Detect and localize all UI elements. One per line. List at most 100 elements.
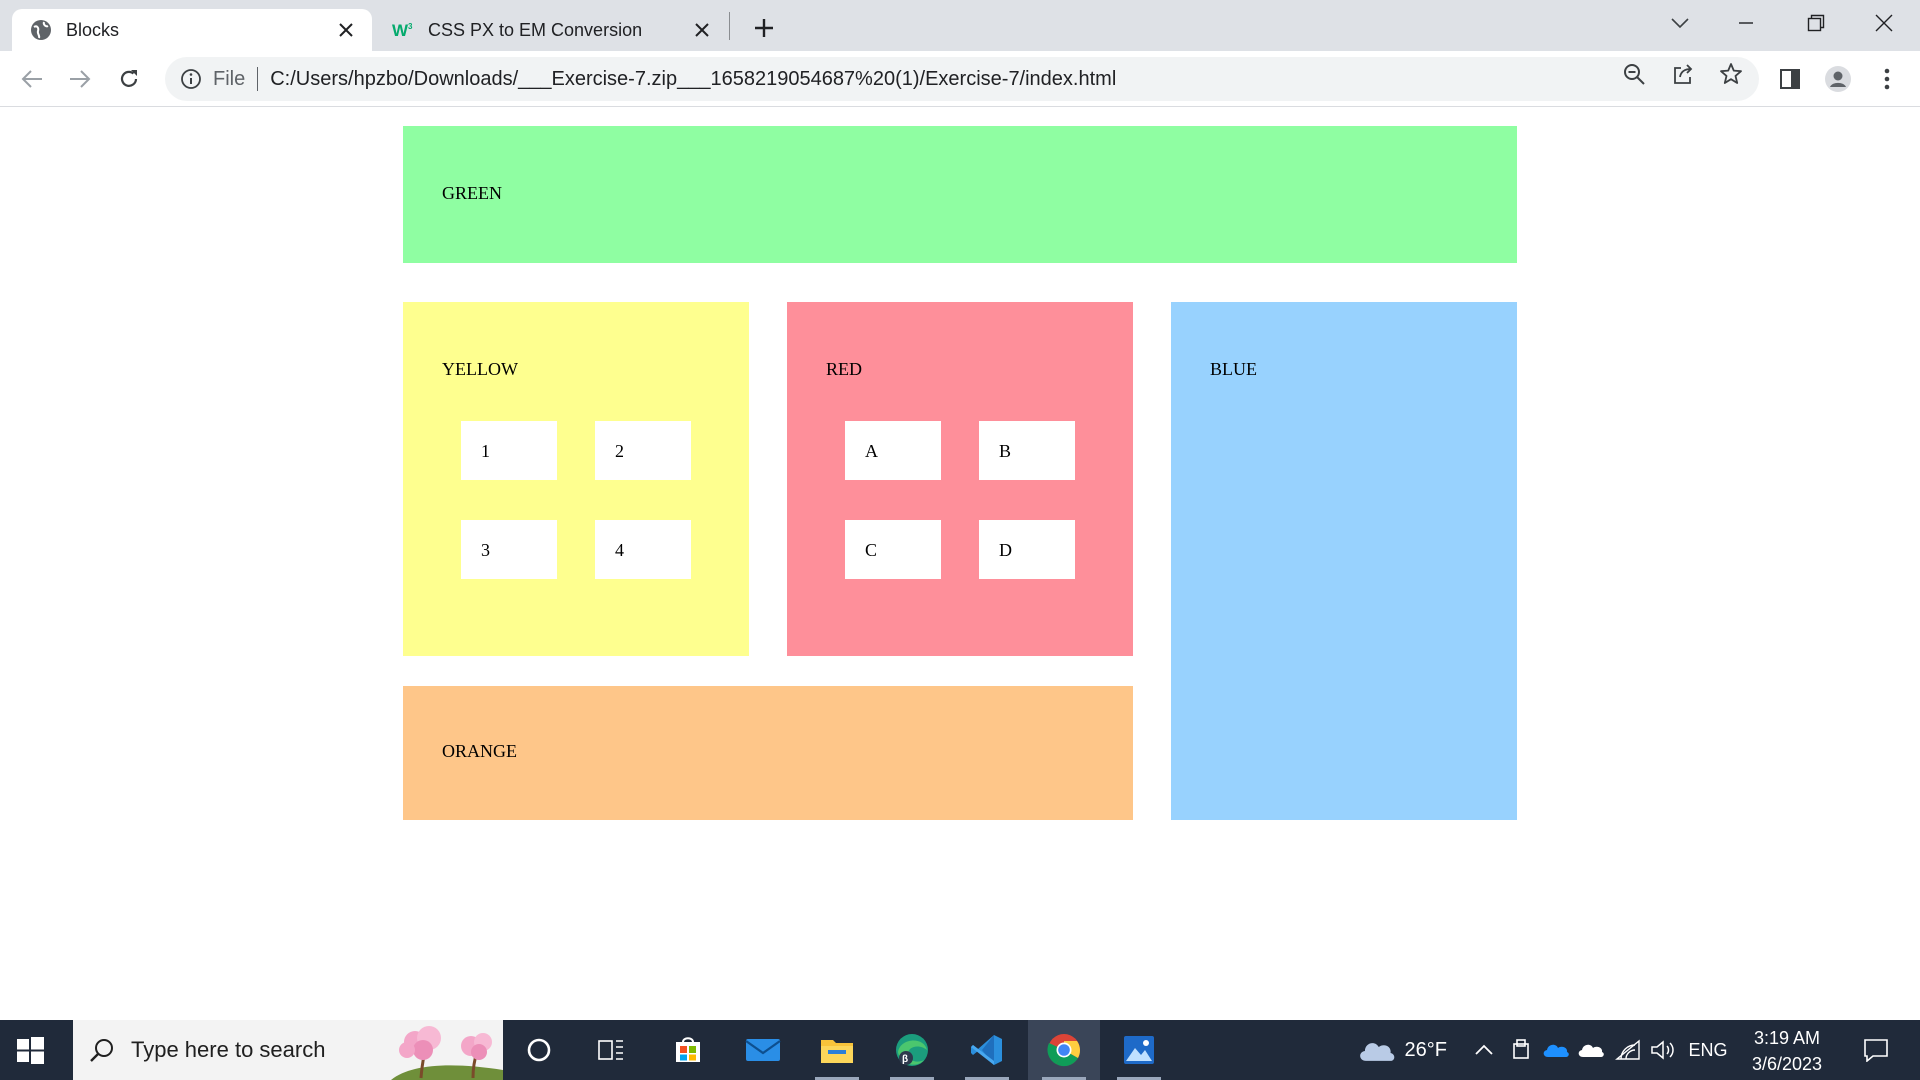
new-tab-button[interactable] <box>748 12 780 44</box>
omnibox-divider <box>257 67 259 91</box>
w3-favicon-icon: W3 <box>392 19 414 41</box>
weather-temp: 26°F <box>1404 1038 1447 1061</box>
clock-date: 3/6/2023 <box>1751 1054 1823 1074</box>
photos-button[interactable] <box>1103 1020 1175 1080</box>
orange-block: ORANGE <box>403 686 1133 820</box>
taskbar-search-box[interactable]: Type here to search <box>73 1020 503 1080</box>
svg-text:β: β <box>902 1054 908 1065</box>
red-cell: B <box>979 421 1075 480</box>
volume-icon[interactable] <box>1648 1020 1678 1080</box>
language-indicator[interactable]: ENG <box>1686 1020 1730 1080</box>
info-icon[interactable] <box>179 67 203 91</box>
side-panel-icon[interactable] <box>1774 63 1806 95</box>
address-bar[interactable]: File C:/Users/hpzbo/Downloads/___Exercis… <box>165 57 1759 101</box>
close-tab-icon[interactable] <box>688 16 716 44</box>
bookmark-star-icon[interactable] <box>1718 61 1744 87</box>
page-viewport: GREEN YELLOW 1 2 3 4 RED A B C D BLUE OR… <box>0 108 1920 1020</box>
green-block: GREEN <box>403 126 1517 263</box>
system-clock[interactable]: 3:19 AM 3/6/2023 <box>1734 1025 1840 1077</box>
edge-icon: β <box>896 1034 928 1066</box>
svg-text:3: 3 <box>408 22 413 31</box>
yellow-cell: 4 <box>595 520 691 579</box>
show-hidden-icons-button[interactable] <box>1470 1020 1498 1080</box>
cherry-blossom-icon <box>391 1026 503 1080</box>
search-placeholder: Type here to search <box>131 1037 326 1062</box>
minimize-icon <box>1739 22 1753 24</box>
close-tab-icon[interactable] <box>332 16 360 44</box>
tab-search-button[interactable] <box>1662 8 1698 38</box>
wifi-icon[interactable] <box>1613 1020 1643 1080</box>
blue-block-label: BLUE <box>1210 359 1257 379</box>
more-menu-icon[interactable] <box>1871 63 1903 95</box>
yellow-cell: 1 <box>461 421 557 480</box>
svg-text:W: W <box>392 21 409 39</box>
cortana-button[interactable] <box>503 1020 575 1080</box>
windows-logo-icon <box>17 1037 44 1064</box>
start-button[interactable] <box>14 1034 46 1066</box>
back-button[interactable] <box>16 63 48 95</box>
file-explorer-button[interactable] <box>801 1020 873 1080</box>
red-cell: A <box>845 421 941 480</box>
minimize-button[interactable] <box>1728 8 1764 38</box>
browser-toolbar: File C:/Users/hpzbo/Downloads/___Exercis… <box>0 51 1920 107</box>
clock-time: 3:19 AM <box>1753 1028 1821 1048</box>
red-cell-label: B <box>999 441 1012 461</box>
yellow-cell-label: 3 <box>481 540 490 560</box>
reload-button[interactable] <box>113 63 145 95</box>
yellow-cell-label: 1 <box>481 441 490 461</box>
vscode-button[interactable] <box>951 1020 1023 1080</box>
red-cell-label: C <box>865 540 878 560</box>
onedrive-icon[interactable] <box>1541 1020 1571 1080</box>
tab-title: Blocks <box>66 19 120 40</box>
microsoft-store-button[interactable] <box>652 1020 724 1080</box>
photos-icon <box>1124 1036 1154 1064</box>
tab-divider <box>729 12 730 40</box>
yellow-cell-label: 2 <box>615 441 624 461</box>
restore-icon <box>1807 14 1825 32</box>
edge-beta-button[interactable]: β <box>876 1020 948 1080</box>
mail-icon <box>745 1039 781 1061</box>
mail-button[interactable] <box>727 1020 799 1080</box>
red-cell: D <box>979 520 1075 579</box>
cortana-circle-icon <box>527 1038 551 1062</box>
yellow-cell: 3 <box>461 520 557 579</box>
arrow-right-icon <box>70 70 91 88</box>
onedrive-personal-icon[interactable] <box>1576 1020 1606 1080</box>
tab-strip: Blocks W3 CSS PX to EM Conversion <box>0 0 1920 51</box>
blue-block: BLUE <box>1171 302 1517 820</box>
vscode-icon <box>971 1035 1002 1065</box>
cloud-icon <box>1360 1043 1395 1061</box>
chevron-down-icon <box>1671 18 1689 29</box>
taskbar: Type here to search β 26°F ENG 3:19 AM 3… <box>0 1020 1920 1080</box>
arrow-left-icon <box>21 70 42 88</box>
task-view-button[interactable] <box>575 1020 647 1080</box>
yellow-cell: 2 <box>595 421 691 480</box>
chrome-button[interactable] <box>1028 1020 1100 1080</box>
meet-now-icon[interactable] <box>1508 1020 1534 1080</box>
search-icon <box>87 1035 117 1065</box>
yellow-block-label: YELLOW <box>442 359 518 379</box>
close-icon <box>1875 14 1893 32</box>
profile-avatar-icon[interactable] <box>1822 63 1854 95</box>
red-cell-label: A <box>865 441 878 461</box>
share-icon[interactable] <box>1670 61 1696 87</box>
globe-icon <box>30 19 52 41</box>
url-text[interactable]: C:/Users/hpzbo/Downloads/___Exercise-7.z… <box>270 68 1116 91</box>
tab-title: CSS PX to EM Conversion <box>428 19 643 40</box>
yellow-cell-label: 4 <box>615 540 624 560</box>
tab-blocks[interactable]: Blocks <box>12 9 372 51</box>
orange-block-label: ORANGE <box>442 741 517 761</box>
notifications-button[interactable] <box>1856 1020 1896 1080</box>
chrome-icon <box>1047 1034 1080 1067</box>
restore-button[interactable] <box>1798 8 1834 38</box>
zoom-icon[interactable] <box>1621 61 1647 87</box>
notification-icon <box>1864 1039 1888 1062</box>
red-block-label: RED <box>826 359 862 379</box>
reload-icon <box>120 70 138 87</box>
weather-widget[interactable]: 26°F <box>1357 1020 1447 1080</box>
forward-button[interactable] <box>64 63 96 95</box>
close-window-button[interactable] <box>1866 8 1902 38</box>
plus-icon <box>755 19 773 37</box>
tab-css-px-to-em[interactable]: W3 CSS PX to EM Conversion <box>374 9 728 51</box>
task-view-icon <box>598 1040 623 1060</box>
